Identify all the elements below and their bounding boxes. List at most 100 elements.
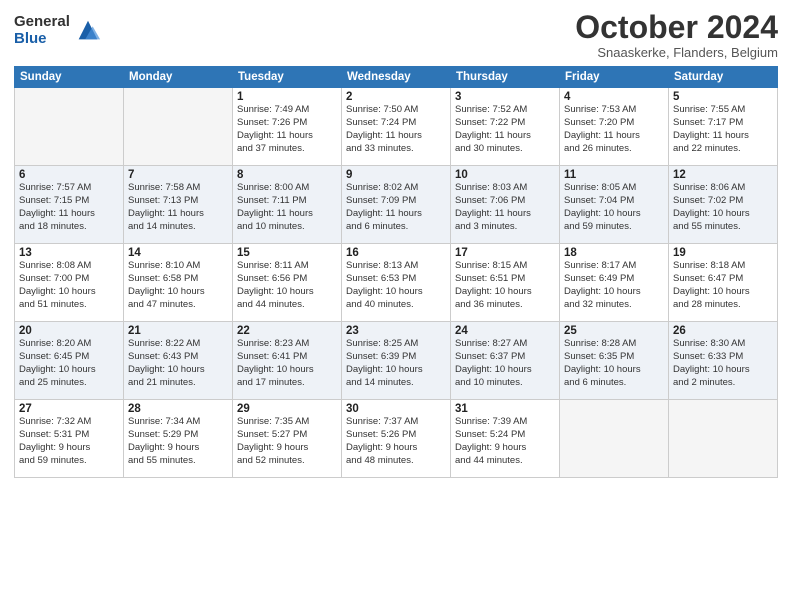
day-number: 11 <box>564 169 664 181</box>
calendar-cell: 17Sunrise: 8:15 AM Sunset: 6:51 PM Dayli… <box>451 244 560 322</box>
col-header-friday: Friday <box>560 67 669 88</box>
day-info: Sunrise: 8:00 AM Sunset: 7:11 PM Dayligh… <box>237 182 337 233</box>
day-info: Sunrise: 7:37 AM Sunset: 5:26 PM Dayligh… <box>346 416 446 467</box>
calendar-cell: 21Sunrise: 8:22 AM Sunset: 6:43 PM Dayli… <box>124 322 233 400</box>
calendar-cell: 25Sunrise: 8:28 AM Sunset: 6:35 PM Dayli… <box>560 322 669 400</box>
calendar-cell: 14Sunrise: 8:10 AM Sunset: 6:58 PM Dayli… <box>124 244 233 322</box>
day-number: 15 <box>237 247 337 259</box>
calendar-cell: 24Sunrise: 8:27 AM Sunset: 6:37 PM Dayli… <box>451 322 560 400</box>
calendar-cell <box>560 400 669 478</box>
day-info: Sunrise: 8:23 AM Sunset: 6:41 PM Dayligh… <box>237 338 337 389</box>
day-number: 7 <box>128 169 228 181</box>
day-number: 26 <box>673 325 773 337</box>
calendar-cell: 22Sunrise: 8:23 AM Sunset: 6:41 PM Dayli… <box>233 322 342 400</box>
day-number: 22 <box>237 325 337 337</box>
day-info: Sunrise: 7:55 AM Sunset: 7:17 PM Dayligh… <box>673 104 773 155</box>
calendar-cell: 11Sunrise: 8:05 AM Sunset: 7:04 PM Dayli… <box>560 166 669 244</box>
col-header-thursday: Thursday <box>451 67 560 88</box>
day-info: Sunrise: 7:35 AM Sunset: 5:27 PM Dayligh… <box>237 416 337 467</box>
calendar-cell: 13Sunrise: 8:08 AM Sunset: 7:00 PM Dayli… <box>15 244 124 322</box>
month-title: October 2024 <box>575 10 778 45</box>
day-info: Sunrise: 7:39 AM Sunset: 5:24 PM Dayligh… <box>455 416 555 467</box>
col-header-sunday: Sunday <box>15 67 124 88</box>
day-number: 28 <box>128 403 228 415</box>
calendar-cell: 1Sunrise: 7:49 AM Sunset: 7:26 PM Daylig… <box>233 88 342 166</box>
calendar-cell: 10Sunrise: 8:03 AM Sunset: 7:06 PM Dayli… <box>451 166 560 244</box>
day-info: Sunrise: 8:15 AM Sunset: 6:51 PM Dayligh… <box>455 260 555 311</box>
day-number: 3 <box>455 91 555 103</box>
day-number: 19 <box>673 247 773 259</box>
title-area: October 2024 Snaaskerke, Flanders, Belgi… <box>575 10 778 60</box>
day-number: 27 <box>19 403 119 415</box>
calendar-page: General Blue October 2024 Snaaskerke, Fl… <box>0 0 792 612</box>
calendar-cell: 29Sunrise: 7:35 AM Sunset: 5:27 PM Dayli… <box>233 400 342 478</box>
day-info: Sunrise: 8:18 AM Sunset: 6:47 PM Dayligh… <box>673 260 773 311</box>
calendar-cell: 23Sunrise: 8:25 AM Sunset: 6:39 PM Dayli… <box>342 322 451 400</box>
calendar-cell: 27Sunrise: 7:32 AM Sunset: 5:31 PM Dayli… <box>15 400 124 478</box>
col-header-monday: Monday <box>124 67 233 88</box>
day-info: Sunrise: 8:11 AM Sunset: 6:56 PM Dayligh… <box>237 260 337 311</box>
day-number: 16 <box>346 247 446 259</box>
day-number: 23 <box>346 325 446 337</box>
calendar-cell: 7Sunrise: 7:58 AM Sunset: 7:13 PM Daylig… <box>124 166 233 244</box>
day-info: Sunrise: 8:13 AM Sunset: 6:53 PM Dayligh… <box>346 260 446 311</box>
week-row-3: 13Sunrise: 8:08 AM Sunset: 7:00 PM Dayli… <box>15 244 778 322</box>
day-info: Sunrise: 7:53 AM Sunset: 7:20 PM Dayligh… <box>564 104 664 155</box>
day-number: 20 <box>19 325 119 337</box>
calendar-cell <box>669 400 778 478</box>
day-number: 10 <box>455 169 555 181</box>
col-header-wednesday: Wednesday <box>342 67 451 88</box>
day-info: Sunrise: 7:32 AM Sunset: 5:31 PM Dayligh… <box>19 416 119 467</box>
week-row-5: 27Sunrise: 7:32 AM Sunset: 5:31 PM Dayli… <box>15 400 778 478</box>
calendar-cell: 19Sunrise: 8:18 AM Sunset: 6:47 PM Dayli… <box>669 244 778 322</box>
location-subtitle: Snaaskerke, Flanders, Belgium <box>575 45 778 60</box>
day-number: 21 <box>128 325 228 337</box>
calendar-cell: 31Sunrise: 7:39 AM Sunset: 5:24 PM Dayli… <box>451 400 560 478</box>
day-info: Sunrise: 7:58 AM Sunset: 7:13 PM Dayligh… <box>128 182 228 233</box>
calendar-cell <box>15 88 124 166</box>
day-info: Sunrise: 8:20 AM Sunset: 6:45 PM Dayligh… <box>19 338 119 389</box>
day-info: Sunrise: 8:02 AM Sunset: 7:09 PM Dayligh… <box>346 182 446 233</box>
calendar-cell: 2Sunrise: 7:50 AM Sunset: 7:24 PM Daylig… <box>342 88 451 166</box>
day-info: Sunrise: 8:28 AM Sunset: 6:35 PM Dayligh… <box>564 338 664 389</box>
day-info: Sunrise: 8:10 AM Sunset: 6:58 PM Dayligh… <box>128 260 228 311</box>
day-info: Sunrise: 8:05 AM Sunset: 7:04 PM Dayligh… <box>564 182 664 233</box>
week-row-1: 1Sunrise: 7:49 AM Sunset: 7:26 PM Daylig… <box>15 88 778 166</box>
col-header-tuesday: Tuesday <box>233 67 342 88</box>
day-number: 6 <box>19 169 119 181</box>
calendar-cell: 16Sunrise: 8:13 AM Sunset: 6:53 PM Dayli… <box>342 244 451 322</box>
calendar-cell: 9Sunrise: 8:02 AM Sunset: 7:09 PM Daylig… <box>342 166 451 244</box>
day-number: 30 <box>346 403 446 415</box>
day-info: Sunrise: 8:27 AM Sunset: 6:37 PM Dayligh… <box>455 338 555 389</box>
day-number: 12 <box>673 169 773 181</box>
week-row-4: 20Sunrise: 8:20 AM Sunset: 6:45 PM Dayli… <box>15 322 778 400</box>
calendar-cell: 4Sunrise: 7:53 AM Sunset: 7:20 PM Daylig… <box>560 88 669 166</box>
calendar-table: SundayMondayTuesdayWednesdayThursdayFrid… <box>14 66 778 478</box>
day-info: Sunrise: 7:57 AM Sunset: 7:15 PM Dayligh… <box>19 182 119 233</box>
day-info: Sunrise: 8:30 AM Sunset: 6:33 PM Dayligh… <box>673 338 773 389</box>
day-number: 17 <box>455 247 555 259</box>
day-info: Sunrise: 8:25 AM Sunset: 6:39 PM Dayligh… <box>346 338 446 389</box>
day-number: 29 <box>237 403 337 415</box>
logo: General Blue <box>14 14 102 47</box>
day-number: 25 <box>564 325 664 337</box>
calendar-cell: 20Sunrise: 8:20 AM Sunset: 6:45 PM Dayli… <box>15 322 124 400</box>
day-number: 4 <box>564 91 664 103</box>
calendar-cell: 8Sunrise: 8:00 AM Sunset: 7:11 PM Daylig… <box>233 166 342 244</box>
calendar-cell: 6Sunrise: 7:57 AM Sunset: 7:15 PM Daylig… <box>15 166 124 244</box>
day-info: Sunrise: 8:03 AM Sunset: 7:06 PM Dayligh… <box>455 182 555 233</box>
header-row: SundayMondayTuesdayWednesdayThursdayFrid… <box>15 67 778 88</box>
calendar-cell: 26Sunrise: 8:30 AM Sunset: 6:33 PM Dayli… <box>669 322 778 400</box>
day-number: 24 <box>455 325 555 337</box>
logo-icon <box>74 17 102 45</box>
day-info: Sunrise: 8:06 AM Sunset: 7:02 PM Dayligh… <box>673 182 773 233</box>
day-number: 9 <box>346 169 446 181</box>
calendar-cell <box>124 88 233 166</box>
day-number: 18 <box>564 247 664 259</box>
header: General Blue October 2024 Snaaskerke, Fl… <box>14 10 778 60</box>
day-info: Sunrise: 7:52 AM Sunset: 7:22 PM Dayligh… <box>455 104 555 155</box>
calendar-cell: 15Sunrise: 8:11 AM Sunset: 6:56 PM Dayli… <box>233 244 342 322</box>
calendar-cell: 12Sunrise: 8:06 AM Sunset: 7:02 PM Dayli… <box>669 166 778 244</box>
day-number: 1 <box>237 91 337 103</box>
day-number: 31 <box>455 403 555 415</box>
